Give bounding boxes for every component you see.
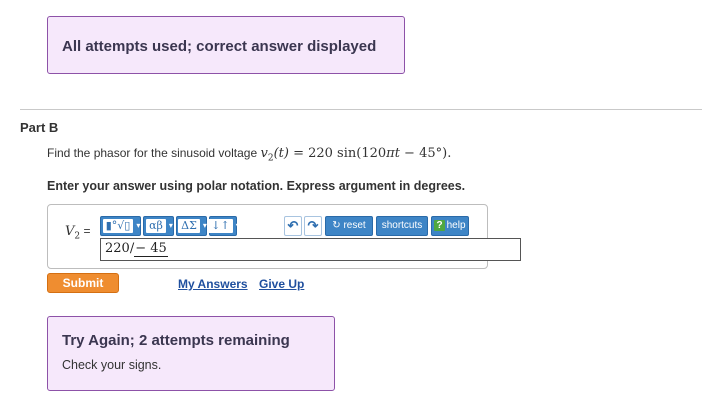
help-button[interactable]: ? help — [431, 216, 469, 236]
answer-box: V2 = ▮°√▯ ▾ αβ ▾ ΔΣ ▾ ↓↑ ▾ ↶ ↷ ↻ reset short… — [47, 204, 521, 269]
my-answers-link[interactable]: My Answers — [178, 277, 248, 291]
answer-var-label: V2 = — [65, 224, 90, 241]
symbols-button[interactable]: ΔΣ ▾ — [176, 216, 207, 236]
feedback-banner-top: All attempts used; correct answer displa… — [47, 16, 405, 74]
arrows-button[interactable]: ↓↑ ▾ — [208, 216, 240, 236]
question-pi: π — [386, 146, 395, 161]
answer-angle: − 45 — [134, 241, 168, 257]
chevron-down-icon: ▾ — [235, 221, 240, 230]
question-prefix: Find the phasor for the sinusoid voltage — [47, 146, 261, 160]
chevron-down-icon: ▾ — [202, 221, 207, 230]
undo-icon[interactable]: ↶ — [284, 216, 302, 236]
help-icon: ? — [434, 220, 445, 231]
section-divider — [20, 109, 702, 110]
greek-button[interactable]: αβ ▾ — [143, 216, 174, 236]
chevron-down-icon: ▾ — [168, 221, 173, 230]
answer-var: V — [65, 224, 75, 239]
answer-magnitude: 220 — [105, 241, 130, 256]
answer-input[interactable]: 220/− 45 — [100, 238, 521, 261]
shortcuts-button[interactable]: shortcuts — [376, 216, 428, 236]
question-var: v — [260, 146, 268, 161]
answer-equals: = — [83, 224, 91, 238]
question-eq: = 220 sin(120 — [288, 146, 387, 161]
feedback-bottom-title: Try Again; 2 attempts remaining — [62, 332, 290, 349]
feedback-top-text: All attempts used; correct answer displa… — [62, 38, 377, 55]
answer-value: 220/− 45 — [105, 241, 168, 257]
question-text: Find the phasor for the sinusoid voltage… — [47, 146, 451, 163]
answer-var-sub: 2 — [74, 231, 81, 242]
symbols-label: ΔΣ — [178, 219, 200, 233]
part-label: Part B — [20, 120, 59, 135]
instruction-text: Enter your answer using polar notation. … — [47, 179, 466, 193]
question-targ: (t) — [273, 146, 289, 161]
arrows-label: ↓↑ — [208, 219, 233, 233]
submit-button[interactable]: Submit — [47, 273, 119, 293]
chevron-down-icon: ▾ — [136, 221, 141, 230]
question-tail: − 45°). — [399, 146, 452, 161]
math-toolbar: ▮°√▯ ▾ αβ ▾ ΔΣ ▾ ↓↑ ▾ ↶ ↷ ↻ reset shortcuts … — [100, 216, 521, 237]
give-up-link[interactable]: Give Up — [259, 277, 304, 291]
reset-button[interactable]: ↻ reset — [325, 216, 373, 236]
feedback-banner-bottom: Try Again; 2 attempts remaining Check yo… — [47, 316, 335, 391]
templates-label: ▮°√▯ — [102, 219, 134, 233]
greek-label: αβ — [146, 219, 166, 233]
feedback-bottom-message: Check your signs. — [62, 358, 162, 372]
help-label: help — [446, 220, 466, 231]
redo-icon[interactable]: ↷ — [304, 216, 322, 236]
templates-button[interactable]: ▮°√▯ ▾ — [100, 216, 141, 236]
